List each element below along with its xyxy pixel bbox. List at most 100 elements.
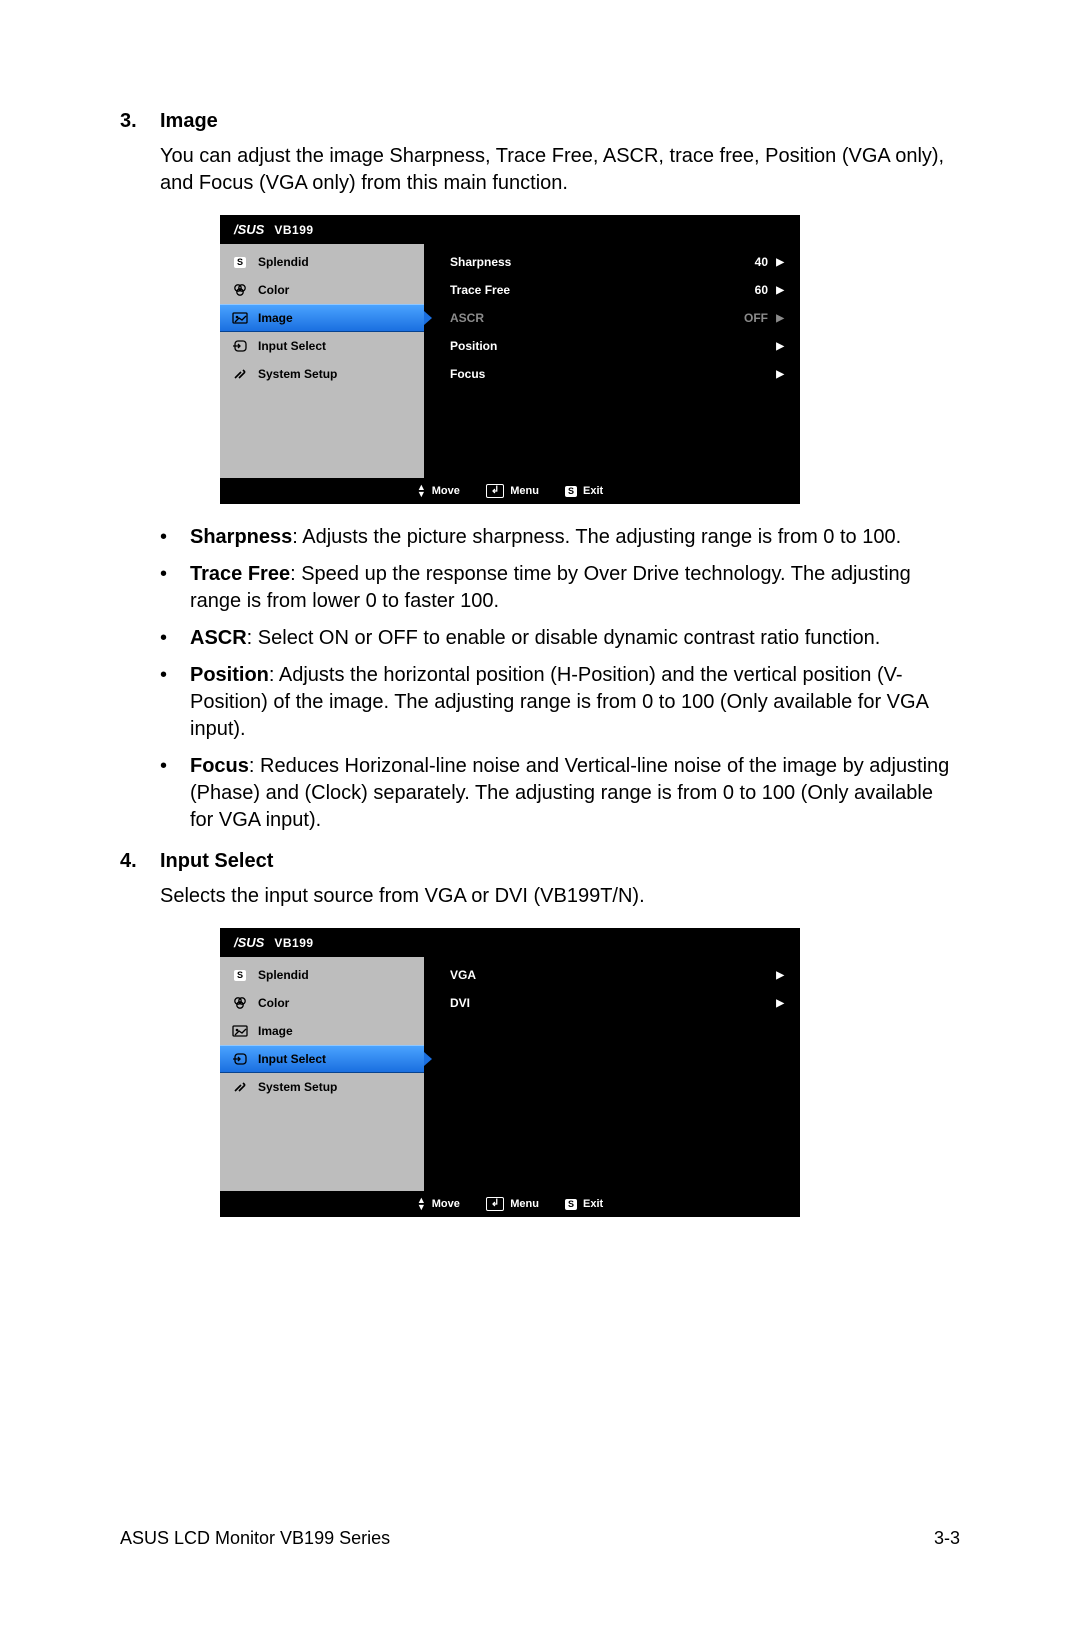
splendid-icon: S [232,968,248,982]
hint-label: Move [432,1198,460,1210]
tools-icon [232,367,248,381]
term-text: : Speed up the response time by Over Dri… [190,563,911,612]
bullet-icon: • [160,561,190,615]
hint-exit: S Exit [565,485,603,497]
menu-item-splendid[interactable]: S Splendid [220,961,424,989]
osd-body: S Splendid Color Image [220,244,800,478]
color-icon [232,996,248,1010]
section-number: 3. [120,110,160,133]
list-item: •ASCR: Select ON or OFF to enable or dis… [160,625,960,652]
bullet-icon: • [160,753,190,834]
enter-icon: ↲ [486,1197,504,1211]
chevron-right-icon: ▶ [776,285,784,296]
chevron-right-icon: ▶ [776,970,784,981]
section-number: 4. [120,850,160,873]
menu-label: Color [258,996,289,1010]
menu-item-system[interactable]: System Setup [220,360,424,388]
section-image-desc: You can adjust the image Sharpness, Trac… [160,143,960,197]
menu-item-image[interactable]: Image [220,304,424,332]
osd-screenshot-input: /SUS VB199 S Splendid Color [220,928,800,1217]
panel-label: Sharpness [450,255,730,269]
input-icon [232,1052,248,1066]
chevron-right-icon: ▶ [776,341,784,352]
bullet-icon: • [160,625,190,652]
bullet-icon: • [160,524,190,551]
bullet-icon: • [160,662,190,743]
menu-item-color[interactable]: Color [220,276,424,304]
chevron-right-icon: ▶ [776,369,784,380]
hint-label: Exit [583,1198,603,1210]
hint-label: Menu [510,1198,539,1210]
list-item: •Position: Adjusts the horizontal positi… [160,662,960,743]
menu-label: System Setup [258,1080,337,1094]
term: Sharpness [190,526,292,548]
panel-value: OFF [730,311,776,325]
section-image-header: 3. Image [120,110,960,133]
osd-panel: VGA ▶ DVI ▶ [424,957,800,1191]
chevron-right-icon: ▶ [776,257,784,268]
updown-icon: ▲▼ [417,1197,426,1211]
menu-item-image[interactable]: Image [220,1017,424,1045]
menu-label: Splendid [258,968,309,982]
osd-footer: ▲▼ Move ↲ Menu S Exit [220,478,800,504]
footer-left: ASUS LCD Monitor VB199 Series [120,1528,390,1549]
osd-footer: ▲▼ Move ↲ Menu S Exit [220,1191,800,1217]
menu-label: Splendid [258,255,309,269]
manual-page: 3. Image You can adjust the image Sharpn… [0,0,1080,1627]
panel-item-sharpness[interactable]: Sharpness 40 ▶ [424,248,800,276]
list-item: •Focus: Reduces Horizonal-line noise and… [160,753,960,834]
section-title: Input Select [160,850,273,873]
panel-item-vga[interactable]: VGA ▶ [424,961,800,989]
updown-icon: ▲▼ [417,484,426,498]
panel-item-tracefree[interactable]: Trace Free 60 ▶ [424,276,800,304]
term: ASCR [190,627,247,649]
panel-label: VGA [450,968,730,982]
menu-label: Input Select [258,339,326,353]
osd-model: VB199 [274,223,313,237]
osd-body: S Splendid Color Image [220,957,800,1191]
term: Position [190,664,269,686]
menu-item-splendid[interactable]: S Splendid [220,248,424,276]
menu-label: Color [258,283,289,297]
list-item: •Sharpness: Adjusts the picture sharpnes… [160,524,960,551]
menu-label: Image [258,311,293,325]
menu-item-input[interactable]: Input Select [220,1045,424,1073]
panel-value: 60 [730,283,776,297]
osd-titlebar: /SUS VB199 [220,928,800,957]
panel-item-ascr: ASCR OFF ▶ [424,304,800,332]
hint-menu: ↲ Menu [486,1197,539,1211]
section-title: Image [160,110,218,133]
panel-item-dvi[interactable]: DVI ▶ [424,989,800,1017]
osd-titlebar: /SUS VB199 [220,215,800,244]
image-icon [232,1024,248,1038]
term-text: : Reduces Horizonal-line noise and Verti… [190,755,949,831]
section-input-desc: Selects the input source from VGA or DVI… [160,883,960,910]
menu-label: Image [258,1024,293,1038]
menu-item-color[interactable]: Color [220,989,424,1017]
menu-item-system[interactable]: System Setup [220,1073,424,1101]
term-text: : Adjusts the horizontal position (H-Pos… [190,664,928,740]
menu-label: Input Select [258,1052,326,1066]
panel-item-focus[interactable]: Focus ▶ [424,360,800,388]
panel-label: Position [450,339,730,353]
splendid-icon: S [232,255,248,269]
panel-label: DVI [450,996,730,1010]
panel-label: Focus [450,367,730,381]
asus-logo: /SUS [234,935,264,950]
term: Trace Free [190,563,290,585]
enter-icon: ↲ [486,484,504,498]
hint-menu: ↲ Menu [486,484,539,498]
panel-item-position[interactable]: Position ▶ [424,332,800,360]
panel-label: ASCR [450,311,730,325]
hint-move: ▲▼ Move [417,1197,460,1211]
list-item: •Trace Free: Speed up the response time … [160,561,960,615]
chevron-right-icon: ▶ [776,313,784,324]
panel-value: 40 [730,255,776,269]
page-footer: ASUS LCD Monitor VB199 Series 3-3 [120,1528,960,1549]
menu-item-input[interactable]: Input Select [220,332,424,360]
hint-exit: S Exit [565,1198,603,1210]
osd-menu: S Splendid Color Image [220,244,424,478]
hint-move: ▲▼ Move [417,484,460,498]
term-text: : Select ON or OFF to enable or disable … [247,627,881,649]
term: Focus [190,755,249,777]
